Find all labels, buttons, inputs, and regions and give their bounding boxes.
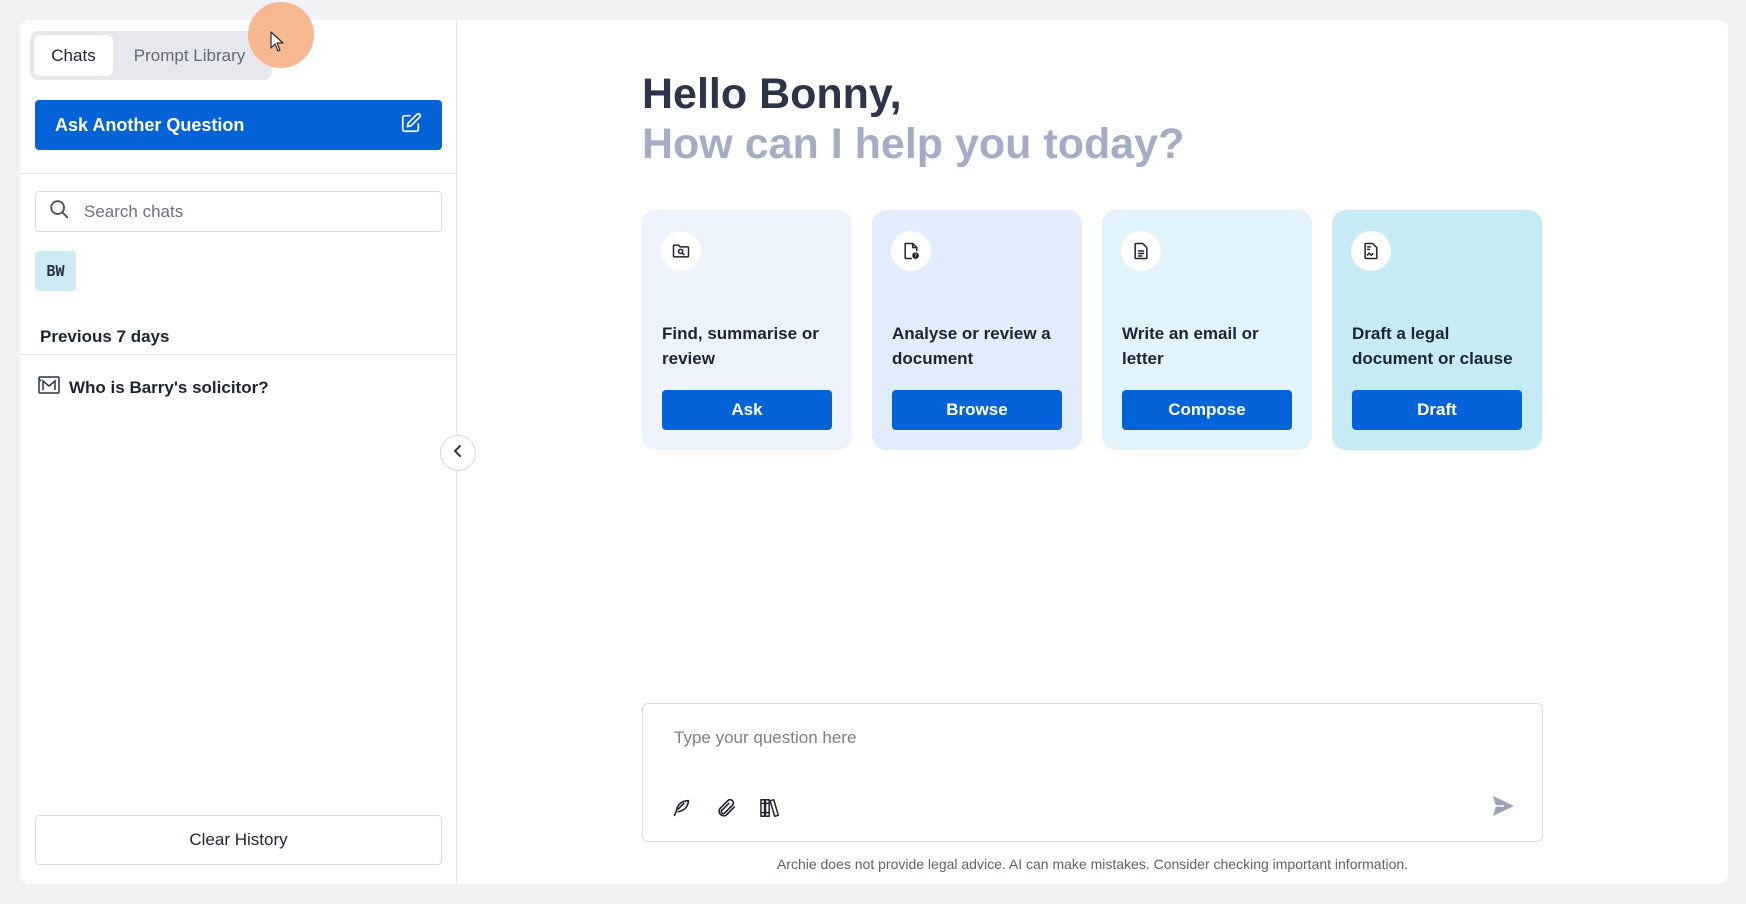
chevron-left-icon [451,444,465,463]
quill-icon[interactable] [668,795,694,821]
chat-list-item[interactable]: Who is Barry's solicitor? [38,376,269,399]
sidebar-divider [20,173,457,174]
library-icon[interactable] [758,795,784,821]
search-box[interactable] [35,191,442,232]
search-input[interactable] [84,201,404,222]
greeting-title: Hello Bonny, [642,70,902,118]
card-draft-legal: Draft a legal document or clause Draft [1332,210,1542,450]
collapse-sidebar-button[interactable] [440,435,476,471]
app-window: Chats Prompt Library Ask Another Questio… [20,20,1728,884]
section-previous-7-days: Previous 7 days [40,327,170,346]
card-analyse-document: ? Analyse or review a document Browse [872,210,1082,450]
tab-prompt-library[interactable]: Prompt Library [113,35,266,76]
send-icon [1491,796,1515,821]
question-composer [642,703,1543,842]
card-title: Find, summarise or review [662,324,819,368]
card-write-email: Write an email or letter Compose [1102,210,1312,450]
file-question-icon: ? [891,231,931,271]
card-title: Draft a legal document or clause [1352,324,1513,368]
send-button[interactable] [1491,795,1515,822]
document-text-icon [1121,231,1161,271]
file-signature-icon [1351,231,1391,271]
sidebar-tabs: Chats Prompt Library [30,31,272,80]
folder-search-icon [661,231,701,271]
paperclip-icon[interactable] [713,795,739,821]
card-title: Write an email or letter [1122,324,1259,368]
mouse-pointer-icon [270,31,284,52]
clear-history-button[interactable]: Clear History [35,815,442,865]
avatar[interactable]: BW [35,251,76,291]
search-icon [48,198,70,225]
cursor-highlight [248,2,314,68]
gmail-icon [38,376,60,399]
card-title: Analyse or review a document [892,324,1051,368]
section-divider [20,354,457,355]
question-input[interactable] [674,728,1454,748]
ask-button-label: Ask Another Question [55,114,245,135]
ask-another-question-button[interactable]: Ask Another Question [35,100,442,150]
chat-title: Who is Barry's solicitor? [69,377,269,397]
sidebar: Chats Prompt Library Ask Another Questio… [20,20,457,884]
browse-button[interactable]: Browse [892,390,1062,430]
disclaimer-text: Archie does not provide legal advice. AI… [776,856,1409,872]
draft-button[interactable]: Draft [1352,390,1522,430]
card-find-summarise: Find, summarise or review Ask [642,210,852,450]
ask-button[interactable]: Ask [662,390,832,430]
svg-text:?: ? [914,254,917,260]
tab-chats[interactable]: Chats [34,35,113,76]
edit-icon [400,112,422,139]
greeting-subtitle: How can I help you today? [642,120,1185,168]
compose-button[interactable]: Compose [1122,390,1292,430]
